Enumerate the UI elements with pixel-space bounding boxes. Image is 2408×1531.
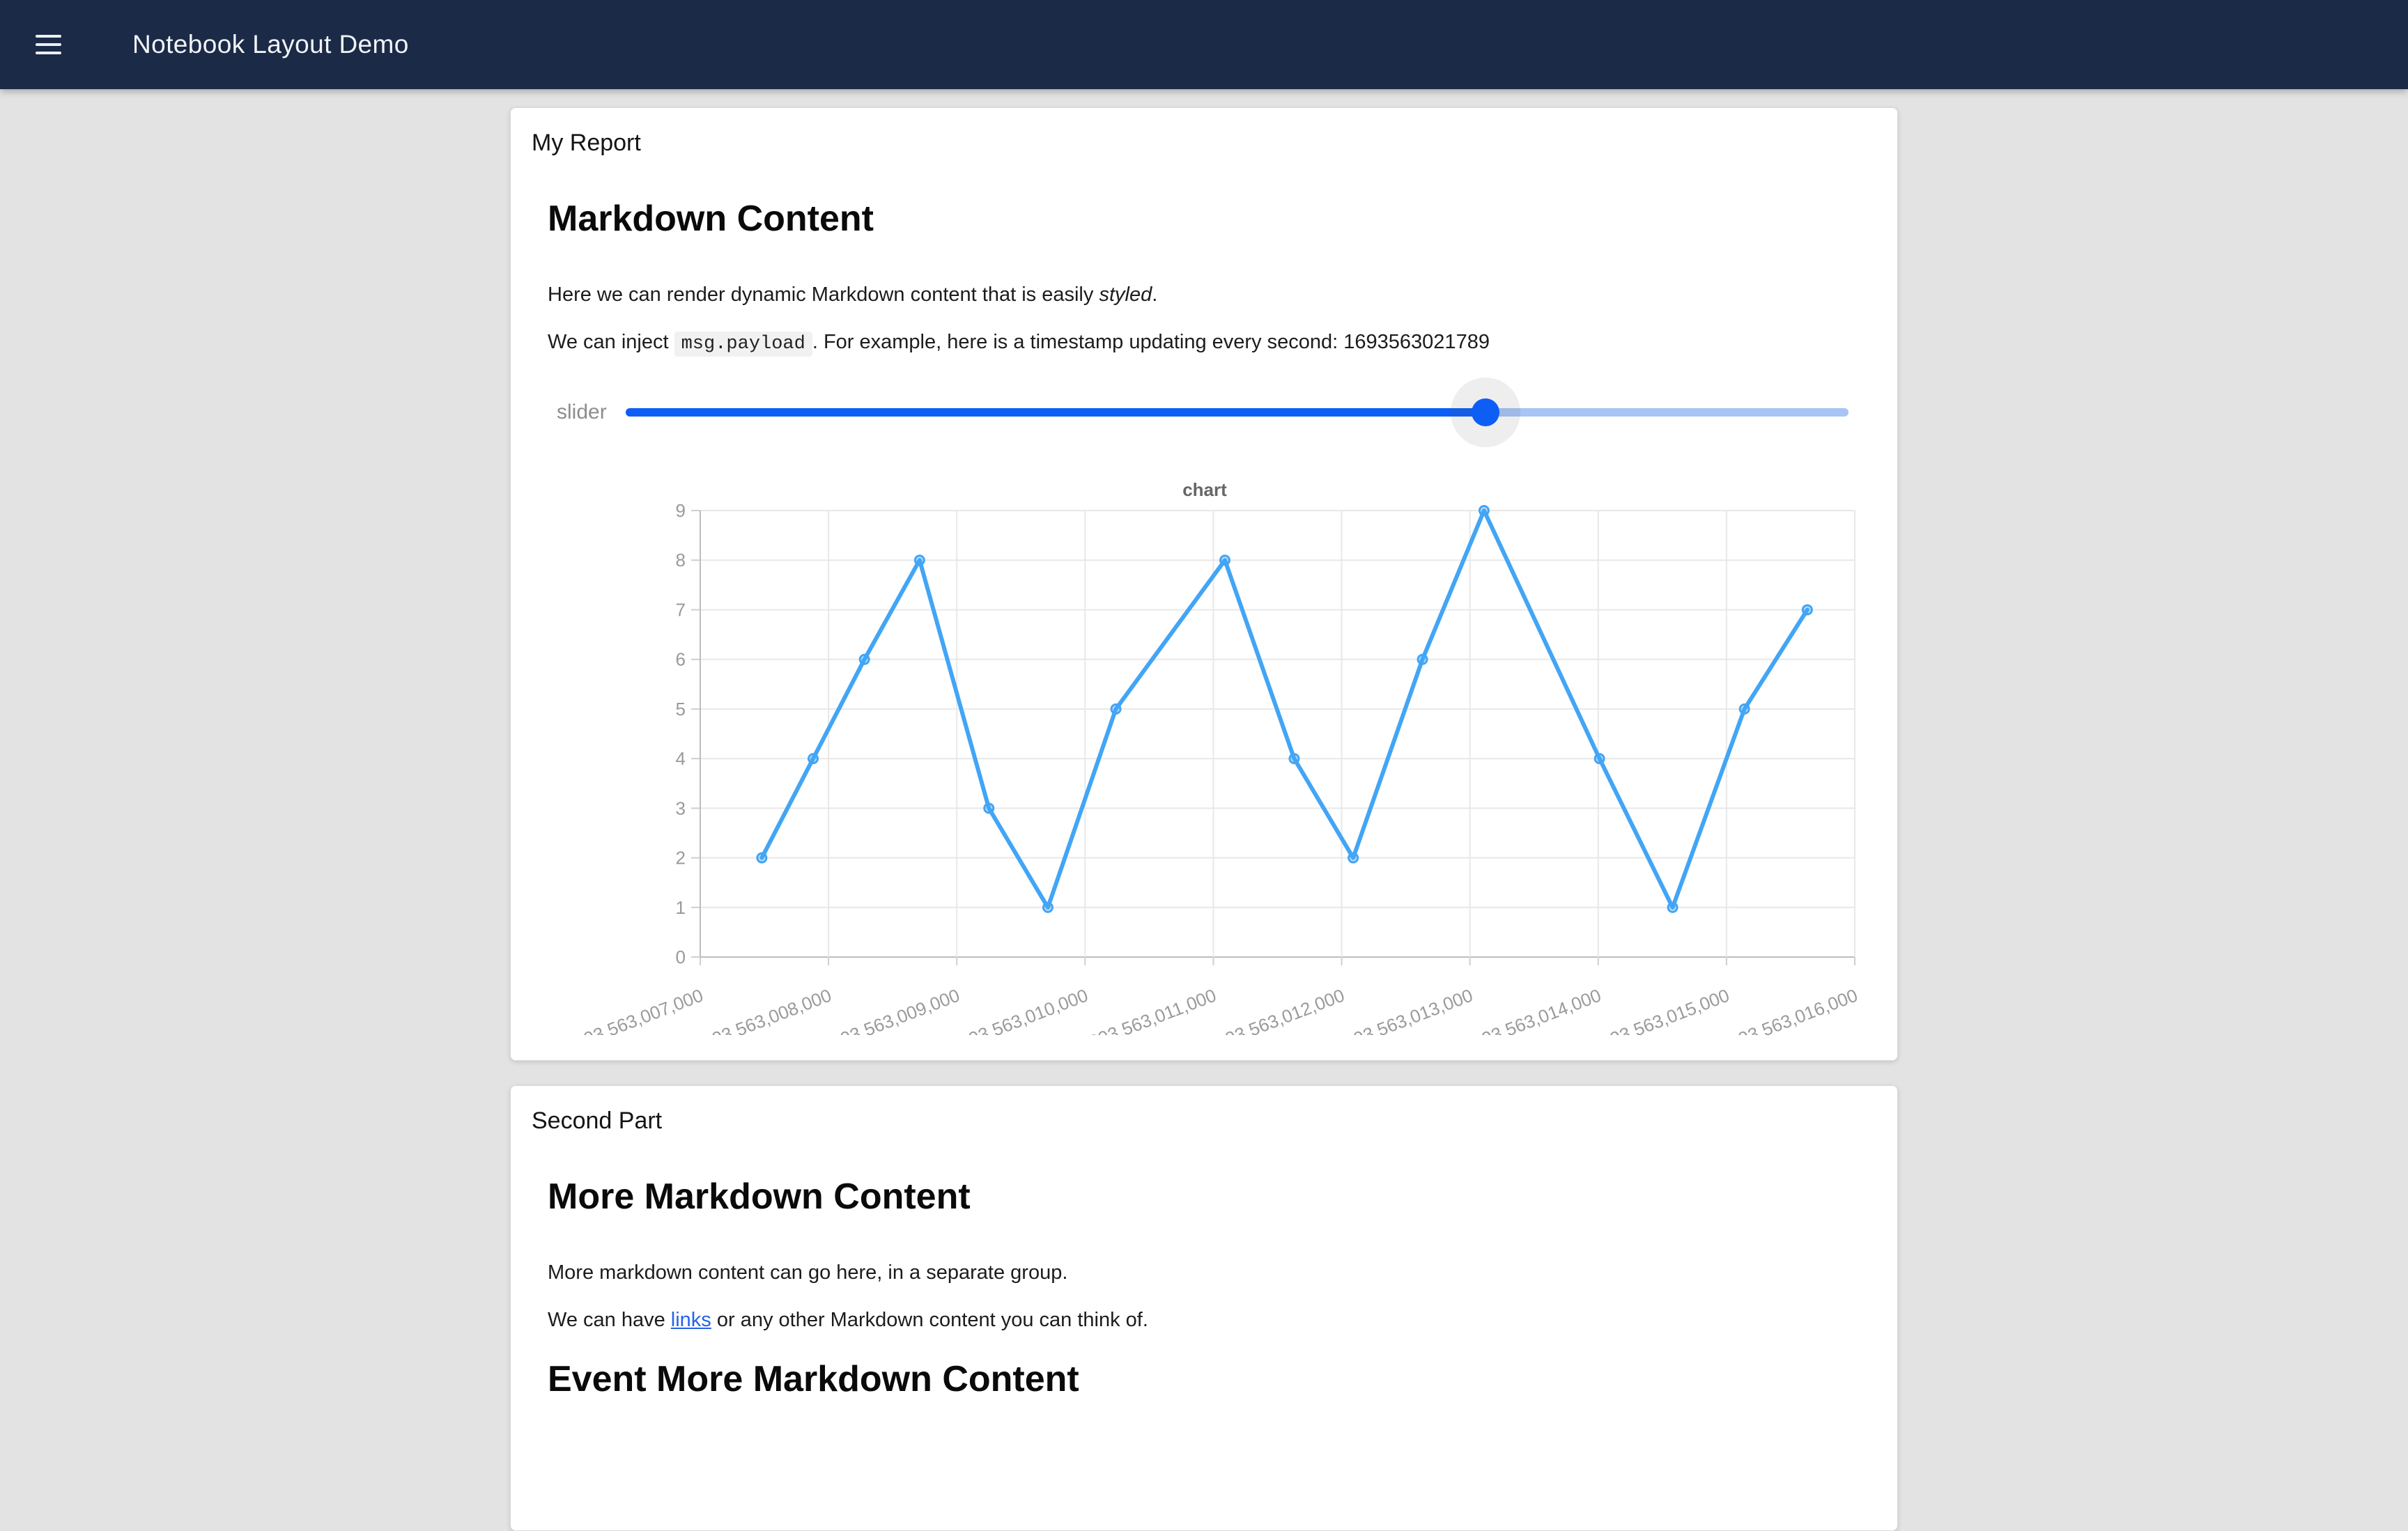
svg-text:9: 9: [676, 500, 686, 521]
markdown-paragraph-links: We can have links or any other Markdown …: [548, 1305, 1876, 1335]
markdown-block: Markdown Content Here we can render dyna…: [548, 197, 1876, 359]
paragraph-text: . For example, here is a timestamp updat…: [812, 331, 1343, 353]
markdown-heading: Markdown Content: [548, 197, 1876, 240]
paragraph-text: We can inject: [548, 331, 674, 353]
menu-icon-bar: [36, 43, 61, 46]
svg-text:1,693,563,014,000: 1,693,563,014,000: [1456, 985, 1604, 1035]
svg-text:4: 4: [676, 748, 686, 769]
svg-text:1: 1: [676, 897, 686, 918]
svg-text:1,693,563,016,000: 1,693,563,016,000: [1712, 985, 1860, 1035]
slider-label: slider: [557, 401, 626, 424]
svg-text:7: 7: [676, 599, 686, 620]
paragraph-text: Here we can render dynamic Markdown cont…: [548, 283, 1099, 306]
links-link[interactable]: links: [671, 1309, 711, 1331]
svg-text:6: 6: [676, 649, 686, 670]
svg-text:1,693,563,013,000: 1,693,563,013,000: [1327, 985, 1476, 1035]
slider-track[interactable]: [626, 408, 1849, 417]
svg-text:chart: chart: [1182, 479, 1227, 500]
svg-text:8: 8: [676, 550, 686, 570]
markdown-paragraph-styled: Here we can render dynamic Markdown cont…: [548, 279, 1876, 310]
svg-text:1,693,563,011,000: 1,693,563,011,000: [1072, 985, 1219, 1035]
menu-icon-bar: [36, 52, 61, 54]
svg-text:1,693,563,012,000: 1,693,563,012,000: [1198, 985, 1347, 1035]
svg-text:0: 0: [676, 947, 686, 967]
report-card: My Report Markdown Content Here we can r…: [510, 107, 1898, 1061]
svg-text:1,693,563,010,000: 1,693,563,010,000: [942, 985, 1090, 1035]
timestamp-value: 1693563021789: [1343, 331, 1490, 353]
markdown-paragraph-payload: We can inject msg.payload. For example, …: [548, 327, 1876, 359]
menu-icon-bar: [36, 35, 61, 38]
svg-text:1,693,563,008,000: 1,693,563,008,000: [686, 985, 834, 1035]
markdown-paragraph-more: More markdown content can go here, in a …: [548, 1257, 1876, 1288]
menu-icon[interactable]: [36, 35, 61, 54]
slider-track-fill[interactable]: [626, 408, 1485, 417]
markdown-heading-more: More Markdown Content: [548, 1175, 1876, 1218]
svg-text:1,693,563,007,000: 1,693,563,007,000: [557, 985, 706, 1035]
markdown-block-2: More Markdown Content More markdown cont…: [548, 1175, 1876, 1401]
card-title-my-report: My Report: [532, 127, 1876, 158]
svg-text:3: 3: [676, 798, 686, 818]
paragraph-text: We can have: [548, 1309, 671, 1331]
card-title-second-part: Second Part: [532, 1105, 1876, 1136]
svg-text:2: 2: [676, 848, 686, 869]
chart-widget: 0 1 2 3 4 5 6 7 8 9 1,693,563,007,0001,693,563,008…: [532, 471, 1876, 1035]
italic-text: styled: [1099, 283, 1152, 306]
slider-row: slider: [557, 393, 1876, 432]
paragraph-text: .: [1152, 283, 1157, 306]
app-header: Notebook Layout Demo: [0, 0, 2408, 89]
svg-text:1,693,563,015,000: 1,693,563,015,000: [1584, 985, 1732, 1035]
app-title: Notebook Layout Demo: [132, 30, 409, 59]
line-chart-canvas[interactable]: 0 1 2 3 4 5 6 7 8 9 1,693,563,007,0001,693,563,008…: [532, 471, 1878, 1035]
second-part-card: Second Part More Markdown Content More m…: [510, 1085, 1898, 1531]
slider-thumb[interactable]: [1472, 398, 1499, 426]
markdown-heading-event-more: Event More Markdown Content: [548, 1358, 1876, 1401]
paragraph-text: or any other Markdown content you can th…: [711, 1309, 1148, 1331]
svg-text:1,693,563,009,000: 1,693,563,009,000: [814, 985, 962, 1035]
inline-code-msg-payload: msg.payload: [674, 332, 812, 357]
svg-text:5: 5: [676, 699, 686, 720]
